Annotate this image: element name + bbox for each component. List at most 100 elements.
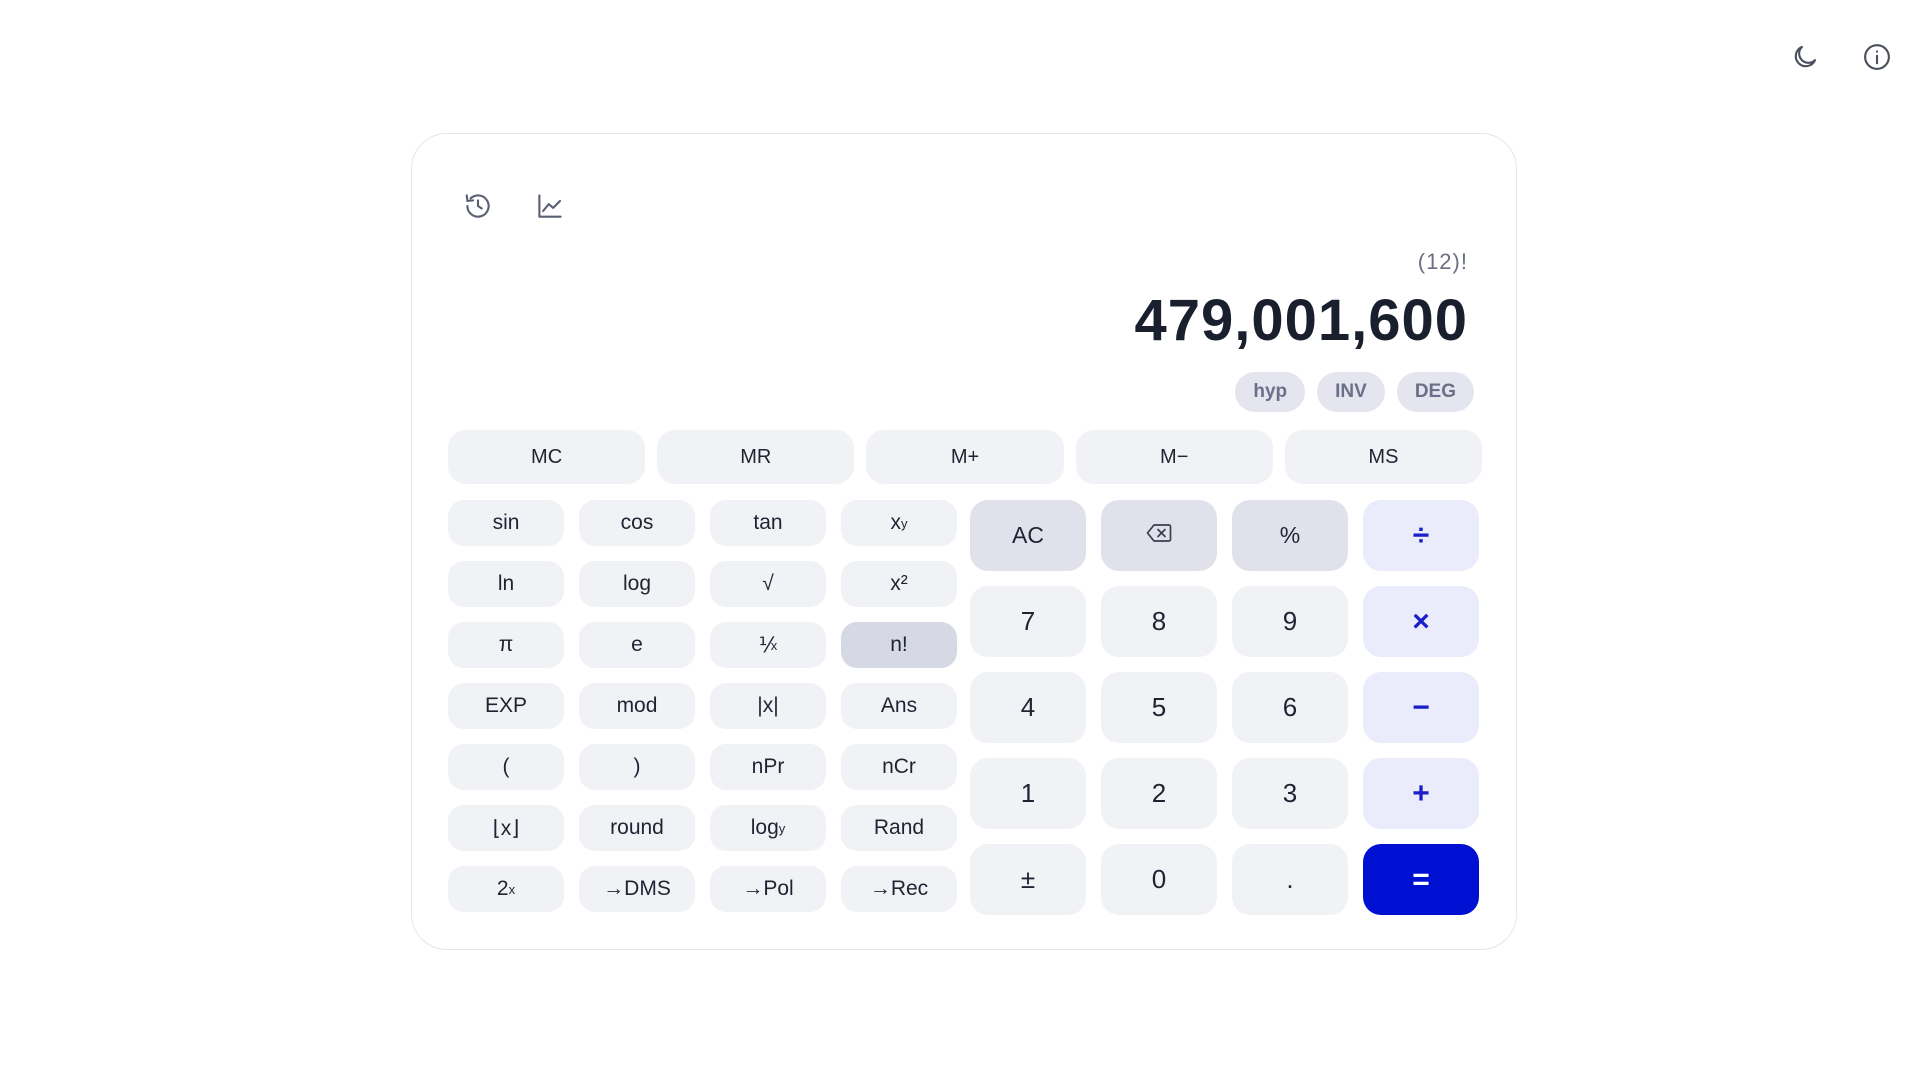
key-label: % (1279, 522, 1301, 548)
key-label: log (622, 572, 652, 595)
round-button[interactable]: round (579, 805, 695, 851)
digit-5-button[interactable]: 5 (1101, 672, 1217, 743)
key-superscript: y (901, 515, 908, 531)
divide-button[interactable]: ÷ (1363, 500, 1479, 571)
digit-6-button[interactable]: 6 (1232, 672, 1348, 743)
key-label: 3 (1282, 778, 1298, 808)
key-label: Rand (873, 816, 925, 839)
key-label: 0 (1151, 864, 1167, 894)
decimal-button[interactable]: . (1232, 844, 1348, 915)
digit-4-button[interactable]: 4 (970, 672, 1086, 743)
add-button[interactable]: + (1363, 758, 1479, 829)
key-label: ( (502, 755, 510, 778)
factorial-button[interactable]: n! (841, 622, 957, 668)
memory-recall-button[interactable]: MR (657, 430, 855, 484)
key-label: e (631, 633, 643, 656)
history-icon[interactable] (460, 188, 496, 224)
open-paren-button[interactable]: ( (448, 744, 564, 790)
key-label: ln (497, 572, 515, 595)
angle-unit-toggle[interactable]: DEG (1396, 372, 1474, 412)
digit-1-button[interactable]: 1 (970, 758, 1086, 829)
to-dms-button[interactable]: →DMS (579, 866, 695, 912)
negate-button[interactable]: ± (970, 844, 1086, 915)
key-subscript: y (778, 820, 786, 836)
key-label: 7 (1020, 606, 1036, 636)
all-clear-button[interactable]: AC (970, 500, 1086, 571)
key-label: × (1412, 604, 1430, 638)
key-label: log (750, 816, 779, 839)
subtract-button[interactable]: − (1363, 672, 1479, 743)
key-superscript: x (508, 881, 516, 897)
percent-button[interactable]: % (1232, 500, 1348, 571)
key-label: ÷ (1412, 518, 1430, 552)
key-subscript: x (770, 637, 778, 653)
cos-button[interactable]: cos (579, 500, 695, 546)
key-label: ⌊x⌋ (492, 816, 520, 840)
two-power-button[interactable]: 2x (448, 866, 564, 912)
ln-button[interactable]: ln (448, 561, 564, 607)
key-label: mod (616, 694, 658, 717)
key-label: →Rec (869, 877, 929, 900)
key-label: |x| (757, 694, 779, 717)
memory-add-button[interactable]: M+ (866, 430, 1064, 484)
e-button[interactable]: e (579, 622, 695, 668)
ncr-button[interactable]: nCr (841, 744, 957, 790)
key-label: x (890, 511, 902, 534)
mode-toggles: hyp INV DEG (1235, 372, 1474, 412)
sqrt-button[interactable]: √ (710, 561, 826, 607)
key-label: 5 (1151, 692, 1167, 722)
log-button[interactable]: log (579, 561, 695, 607)
digit-2-button[interactable]: 2 (1101, 758, 1217, 829)
backspace-button[interactable] (1101, 500, 1217, 571)
pi-button[interactable]: π (448, 622, 564, 668)
key-label: 9 (1282, 606, 1298, 636)
mod-button[interactable]: mod (579, 683, 695, 729)
digit-8-button[interactable]: 8 (1101, 586, 1217, 657)
memory-store-button[interactable]: MS (1284, 430, 1483, 484)
digit-0-button[interactable]: 0 (1101, 844, 1217, 915)
numeric-keypad: AC% ÷ 7 8 9 × 4 5 6 − 1 2 3 + ±0. = (970, 500, 1482, 915)
sin-button[interactable]: sin (448, 500, 564, 546)
digit-3-button[interactable]: 3 (1232, 758, 1348, 829)
key-label: π (498, 633, 514, 656)
npr-button[interactable]: nPr (710, 744, 826, 790)
abs-button[interactable]: |x| (710, 683, 826, 729)
floor-button[interactable]: ⌊x⌋ (448, 805, 564, 851)
memory-clear-button[interactable]: MC (448, 430, 646, 484)
square-button[interactable]: x² (841, 561, 957, 607)
multiply-button[interactable]: × (1363, 586, 1479, 657)
moon-icon[interactable] (1788, 40, 1822, 74)
exp-button[interactable]: EXP (448, 683, 564, 729)
key-label: 4 (1020, 692, 1036, 722)
ans-button[interactable]: Ans (841, 683, 957, 729)
info-icon[interactable] (1860, 40, 1894, 74)
graph-icon[interactable] (532, 188, 568, 224)
key-label: ± (1020, 864, 1036, 894)
digit-9-button[interactable]: 9 (1232, 586, 1348, 657)
backspace-icon (1146, 522, 1172, 550)
to-pol-button[interactable]: →Pol (710, 866, 826, 912)
close-paren-button[interactable]: ) (579, 744, 695, 790)
key-label: ⅟ (758, 633, 771, 657)
key-label: − (1412, 690, 1430, 724)
result-display: 479,001,600 (1134, 288, 1468, 353)
to-rec-button[interactable]: →Rec (841, 866, 957, 912)
scientific-keypad: sin cos tan x y ln log √ x² π e ⅟ x n! EXP mod |x| Ans() n… (448, 500, 959, 912)
key-label: cos (620, 511, 654, 534)
inv-toggle[interactable]: INV (1317, 372, 1385, 412)
power-button[interactable]: xy (841, 500, 957, 546)
key-label: EXP (484, 694, 528, 717)
key-label: 2 (496, 877, 509, 900)
key-label: + (1412, 776, 1430, 810)
key-label: = (1412, 862, 1430, 896)
equals-button[interactable]: = (1363, 844, 1479, 915)
logy-button[interactable]: log y (710, 805, 826, 851)
rand-button[interactable]: Rand (841, 805, 957, 851)
memory-subtract-button[interactable]: M− (1075, 430, 1273, 484)
hyp-toggle[interactable]: hyp (1235, 372, 1306, 412)
reciprocal-button[interactable]: ⅟x (710, 622, 826, 668)
key-label: n! (890, 633, 908, 656)
tan-button[interactable]: tan (710, 500, 826, 546)
key-label: sin (492, 511, 520, 534)
digit-7-button[interactable]: 7 (970, 586, 1086, 657)
